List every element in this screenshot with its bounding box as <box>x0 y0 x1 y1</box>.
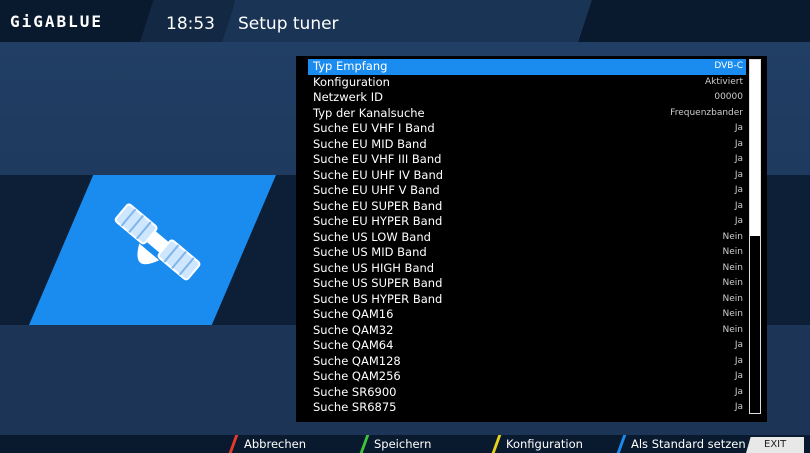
list-item-label: Typ Empfang <box>313 59 388 73</box>
header-bar: GiGABLUE 18:53 Setup tuner <box>0 0 810 42</box>
list-item-label: Suche EU UHF IV Band <box>313 167 444 182</box>
list-item[interactable]: Suche QAM128 Ja <box>308 354 746 370</box>
satellite-icon <box>114 203 201 281</box>
footer-bar: Abbrechen Speichern Konfiguration Als St… <box>0 435 810 453</box>
list-item-value: Nein <box>722 309 743 319</box>
list-item-label: Konfiguration <box>313 74 390 89</box>
list-item-value: Nein <box>722 262 743 273</box>
list-item-label: Suche EU VHF I Band <box>313 121 435 135</box>
list-item-value: Ja <box>734 154 743 164</box>
list-item[interactable]: Suche EU MID Band Ja <box>308 137 746 153</box>
page-title: Setup tuner <box>238 14 339 34</box>
list-item[interactable]: Suche EU VHF III Band Ja <box>308 152 746 168</box>
yellow-key-icon <box>491 435 502 453</box>
list-item-value: Ja <box>734 340 743 350</box>
list-item-label: Suche QAM64 <box>313 338 394 352</box>
list-item-label: Suche US SUPER Band <box>313 276 443 290</box>
settings-list[interactable]: Typ Empfang DVB-C Konfiguration Aktiviert Ne… <box>308 59 746 416</box>
list-item-value: Ja <box>734 355 743 366</box>
list-item[interactable]: Suche QAM64 Ja <box>308 338 746 354</box>
cancel-button[interactable]: Abbrechen <box>244 435 306 453</box>
list-item[interactable]: Typ der Kanalsuche Frequenzbander <box>308 106 746 122</box>
list-item-value: Nein <box>722 231 743 242</box>
scrollbar[interactable] <box>749 59 761 414</box>
list-item-label: Suche US HIGH Band <box>313 260 435 275</box>
list-item[interactable]: Suche US MID Band Nein <box>308 245 746 261</box>
list-item-label: Suche SR6875 <box>313 400 397 414</box>
list-item-label: Suche EU MID Band <box>313 136 427 151</box>
red-key-icon <box>228 435 239 453</box>
list-item[interactable]: Suche QAM256 Ja <box>308 369 746 385</box>
list-item-value: DVB-C <box>714 61 743 71</box>
list-item-value: Nein <box>722 278 743 288</box>
list-item-value: Frequenzbander <box>670 107 743 118</box>
list-item-label: Typ der Kanalsuche <box>313 105 425 120</box>
list-item[interactable]: Suche US HYPER Band Nein <box>308 292 746 308</box>
brand-logo: GiGABLUE <box>10 12 104 31</box>
list-item[interactable]: Typ Empfang DVB-C <box>308 59 746 75</box>
list-item-value: Nein <box>722 247 743 257</box>
scroll-thumb[interactable] <box>750 60 760 236</box>
save-button[interactable]: Speichern <box>374 435 431 453</box>
green-key-icon <box>359 435 370 453</box>
list-item[interactable]: Suche QAM16 Nein <box>308 307 746 323</box>
list-item-value: Ja <box>734 138 743 149</box>
list-item-label: Suche US LOW Band <box>313 229 431 244</box>
list-item[interactable]: Suche QAM32 Nein <box>308 323 746 339</box>
set-default-button[interactable]: Als Standard setzen <box>631 435 746 453</box>
list-item[interactable]: Suche SR6900 Ja <box>308 385 746 401</box>
list-item-value: Ja <box>734 216 743 226</box>
list-item-value: Ja <box>734 169 743 180</box>
list-item-label: Suche QAM32 <box>313 322 394 337</box>
list-item[interactable]: Suche US LOW Band Nein <box>308 230 746 246</box>
list-item-value: Ja <box>734 402 743 412</box>
exit-label: EXIT <box>764 439 787 450</box>
list-item-value: Nein <box>722 324 743 335</box>
list-item-value: Ja <box>734 185 743 195</box>
list-item[interactable]: Suche US SUPER Band Nein <box>308 276 746 292</box>
list-item-value: Aktiviert <box>705 76 743 87</box>
list-item-label: Netzwerk ID <box>313 90 383 104</box>
list-item-label: Suche SR6900 <box>313 384 397 399</box>
list-item-label: Suche EU HYPER Band <box>313 214 443 228</box>
configuration-button[interactable]: Konfiguration <box>506 435 583 453</box>
clock: 18:53 <box>166 14 215 34</box>
list-item[interactable]: Suche EU SUPER Band Ja <box>308 199 746 215</box>
list-item-label: Suche QAM16 <box>313 307 394 321</box>
list-item[interactable]: Suche SR6875 Ja <box>308 400 746 416</box>
list-item-value: Ja <box>734 200 743 211</box>
list-item-value: Ja <box>734 123 743 133</box>
list-item[interactable]: Suche US HIGH Band Nein <box>308 261 746 277</box>
list-item[interactable]: Netzwerk ID 00000 <box>308 90 746 106</box>
list-item-value: Ja <box>734 371 743 381</box>
list-item-value: Nein <box>722 293 743 304</box>
list-item-label: Suche US HYPER Band <box>313 291 443 306</box>
list-item-value: 00000 <box>714 92 743 102</box>
header-right-area <box>578 0 810 42</box>
list-item[interactable]: Suche EU VHF I Band Ja <box>308 121 746 137</box>
list-item-label: Suche EU UHF V Band <box>313 183 440 197</box>
list-item-label: Suche EU VHF III Band <box>313 152 442 166</box>
list-item[interactable]: Suche EU UHF V Band Ja <box>308 183 746 199</box>
list-item-label: Suche QAM256 <box>313 369 401 383</box>
list-item[interactable]: Suche EU HYPER Band Ja <box>308 214 746 230</box>
blue-key-icon <box>616 435 627 453</box>
list-item-label: Suche QAM128 <box>313 353 401 368</box>
list-item-label: Suche EU SUPER Band <box>313 198 443 213</box>
list-item[interactable]: Konfiguration Aktiviert <box>308 75 746 91</box>
list-item-label: Suche US MID Band <box>313 245 427 259</box>
list-item[interactable]: Suche EU UHF IV Band Ja <box>308 168 746 184</box>
list-item-value: Ja <box>734 386 743 397</box>
settings-panel: Typ Empfang DVB-C Konfiguration Aktiviert Ne… <box>296 56 767 422</box>
